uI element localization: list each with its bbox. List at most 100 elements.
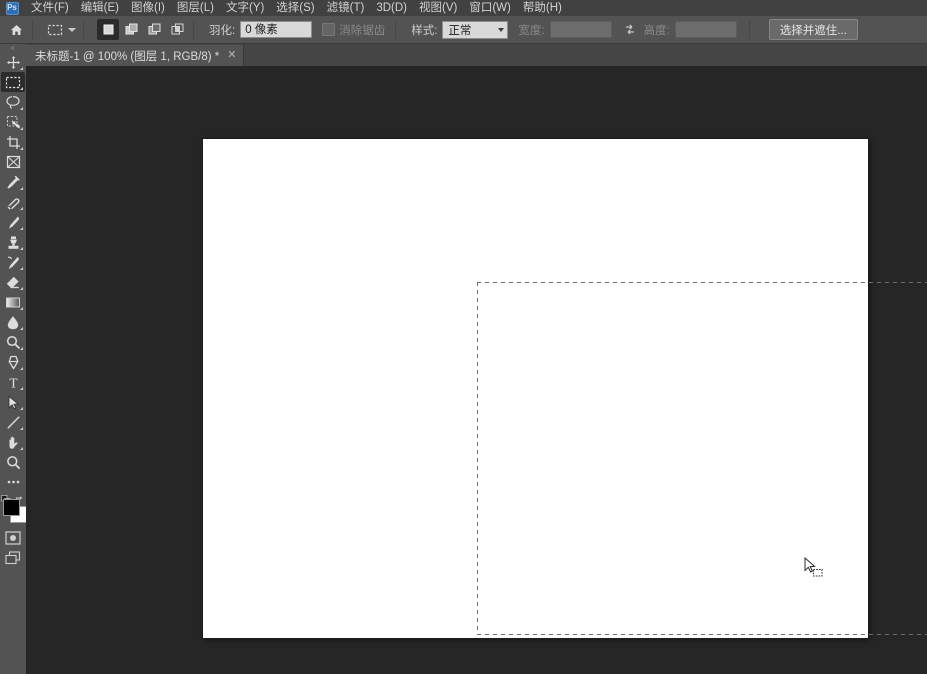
add-to-selection-button[interactable] — [120, 19, 142, 40]
tool-flyout-indicator — [20, 207, 23, 210]
svg-text:T: T — [9, 375, 18, 390]
menu-type[interactable]: 文字(Y) — [220, 0, 270, 16]
tool-flyout-indicator — [20, 287, 23, 290]
height-input — [674, 21, 737, 38]
feather-input[interactable]: 0 像素 — [240, 21, 313, 38]
tool-flyout-indicator — [20, 267, 23, 270]
menu-file[interactable]: 文件(F) — [25, 0, 75, 16]
pen-tool[interactable] — [1, 352, 25, 372]
document-tab-title: 未标题-1 @ 100% (图层 1, RGB/8) * — [35, 50, 220, 63]
style-select[interactable]: 正常 — [442, 20, 509, 39]
blur-tool[interactable] — [1, 312, 25, 332]
hand-tool[interactable] — [1, 432, 25, 452]
quick-selection-tool[interactable] — [1, 112, 25, 132]
tool-flyout-indicator — [20, 387, 23, 390]
tool-flyout-indicator — [20, 87, 23, 90]
document-tab[interactable]: 未标题-1 @ 100% (图层 1, RGB/8) * ✕ — [26, 45, 245, 66]
healing-brush-tool[interactable] — [1, 192, 25, 212]
tool-flyout-indicator — [20, 447, 23, 450]
chevron-down-icon — [498, 27, 505, 32]
path-selection-tool[interactable] — [1, 392, 25, 412]
style-select-value: 正常 — [448, 24, 472, 37]
color-swatches — [0, 494, 27, 524]
tool-flyout-indicator — [20, 127, 23, 130]
subtract-from-selection-button[interactable] — [143, 19, 165, 40]
tool-flyout-indicator — [20, 307, 23, 310]
menu-edit[interactable]: 编辑(E) — [75, 0, 125, 16]
marquee-crosshair-arrow-cursor — [804, 556, 826, 579]
app-logo-glyph: Ps — [5, 1, 19, 15]
menu-select[interactable]: 选择(S) — [270, 0, 320, 16]
intersect-selection-button[interactable] — [166, 19, 188, 40]
app-logo: Ps — [3, 1, 21, 15]
tool-flyout-indicator — [20, 107, 23, 110]
close-icon[interactable]: ✕ — [227, 50, 236, 61]
zoom-tool[interactable] — [1, 452, 25, 472]
options-separator-2 — [83, 20, 84, 39]
menu-image[interactable]: 图像(I) — [125, 0, 171, 16]
line-shape-tool[interactable] — [1, 412, 25, 432]
move-tool[interactable] — [1, 52, 25, 72]
width-label: 宽度: — [518, 24, 545, 37]
foreground-color-swatch[interactable] — [3, 499, 20, 516]
rectangular-marquee-icon — [44, 19, 66, 40]
tool-flyout-indicator — [20, 227, 23, 230]
antialias-label: 消除锯齿 — [339, 24, 386, 37]
tool-flyout-indicator — [20, 367, 23, 370]
swap-width-height-icon[interactable] — [620, 20, 640, 39]
eyedropper-tool[interactable] — [1, 172, 25, 192]
document-canvas[interactable] — [203, 139, 927, 638]
selection-mode-group — [97, 19, 188, 40]
photoshop-window: Ps 文件(F) 编辑(E) 图像(I) 图层(L) 文字(Y) 选择(S) 滤… — [0, 0, 927, 674]
new-selection-button[interactable] — [97, 19, 119, 40]
tools-panel: « T — [0, 44, 27, 674]
clone-stamp-tool[interactable] — [1, 232, 25, 252]
dodge-tool[interactable] — [1, 332, 25, 352]
selection-marquee[interactable] — [477, 282, 927, 635]
crop-tool[interactable] — [1, 132, 25, 152]
width-input — [549, 21, 612, 38]
lasso-tool[interactable] — [1, 92, 25, 112]
tool-flyout-indicator — [20, 347, 23, 350]
eraser-tool[interactable] — [1, 272, 25, 292]
tool-flyout-indicator — [20, 327, 23, 330]
type-tool[interactable]: T — [1, 372, 25, 392]
menu-layer[interactable]: 图层(L) — [171, 0, 220, 16]
feather-label: 羽化: — [209, 24, 236, 37]
chevron-down-icon — [68, 27, 76, 32]
menu-help[interactable]: 帮助(H) — [517, 0, 568, 16]
options-separator-4 — [395, 20, 397, 39]
menu-view[interactable]: 视图(V) — [413, 0, 463, 16]
frame-tool[interactable] — [1, 152, 25, 172]
screen-mode-tool[interactable] — [1, 548, 25, 568]
tool-flyout-indicator — [20, 247, 23, 250]
style-label: 样式: — [411, 24, 438, 37]
options-separator-3 — [193, 20, 194, 39]
height-label: 高度: — [643, 24, 670, 37]
document-tab-bar: 未标题-1 @ 100% (图层 1, RGB/8) * ✕ — [26, 44, 927, 66]
options-separator-1 — [32, 20, 33, 39]
tool-flyout-indicator — [20, 187, 23, 190]
history-brush-tool[interactable] — [1, 252, 25, 272]
tool-preset-picker[interactable] — [44, 19, 78, 40]
antialias-checkbox[interactable] — [322, 23, 336, 36]
brush-tool[interactable] — [1, 212, 25, 232]
options-bar: 羽化: 0 像素 消除锯齿 样式: 正常 宽度: 高度: 选择并遮住... — [0, 16, 927, 44]
menu-window[interactable]: 窗口(W) — [463, 0, 517, 16]
options-separator-5 — [748, 20, 750, 39]
edit-toolbar-tool[interactable] — [1, 472, 25, 492]
canvas-work-area[interactable] — [26, 66, 927, 674]
menu-3d[interactable]: 3D(D) — [370, 0, 413, 16]
tool-flyout-indicator — [20, 67, 23, 70]
tool-flyout-indicator — [20, 407, 23, 410]
home-icon[interactable] — [5, 19, 27, 40]
tool-flyout-indicator — [20, 427, 23, 430]
menu-filter[interactable]: 滤镜(T) — [321, 0, 371, 16]
select-and-mask-button[interactable]: 选择并遮住... — [768, 19, 858, 40]
rectangular-marquee-tool[interactable] — [1, 72, 25, 92]
menu-bar: Ps 文件(F) 编辑(E) 图像(I) 图层(L) 文字(Y) 选择(S) 滤… — [0, 0, 927, 16]
quick-mask-tool[interactable] — [1, 528, 25, 548]
tool-flyout-indicator — [20, 147, 23, 150]
collapse-toolbar-icon[interactable]: « — [0, 44, 26, 52]
gradient-tool[interactable] — [1, 292, 25, 312]
